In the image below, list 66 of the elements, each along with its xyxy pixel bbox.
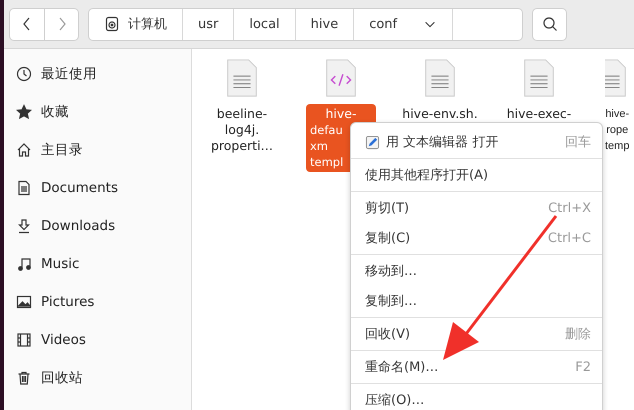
picture-icon <box>16 294 32 310</box>
sidebar-label: 回收站 <box>41 369 83 387</box>
shortcut-label: 删除 <box>565 326 591 343</box>
sidebar-label: Videos <box>41 332 86 348</box>
sidebar-label: Downloads <box>41 218 116 234</box>
shortcut-label: 回车 <box>565 134 591 151</box>
file-name[interactable]: beeline- log4j. properti… <box>206 104 278 156</box>
clock-icon <box>16 66 32 82</box>
path-label: usr <box>198 16 218 32</box>
shortcut-label: Ctrl+C <box>548 230 591 246</box>
menu-item[interactable]: 回收(V) 删除 <box>351 319 602 349</box>
sidebar-label: 最近使用 <box>41 65 97 83</box>
sidebar-label: 主目录 <box>41 141 83 159</box>
sidebar-item[interactable]: 最近使用 <box>4 55 191 93</box>
path-segment[interactable]: 计算机 <box>89 8 183 40</box>
menu-item[interactable]: 复制到… <box>351 286 602 316</box>
menu-label: 移动到… <box>365 263 417 280</box>
path-segment[interactable]: conf <box>354 8 454 40</box>
path-segment[interactable]: hive <box>296 8 354 40</box>
sidebar-item[interactable]: 收藏 <box>4 93 191 131</box>
sidebar-item[interactable]: Videos <box>4 321 191 359</box>
shortcut-label: F2 <box>575 360 591 374</box>
menu-item[interactable]: 重命名(M)… F2 <box>351 352 602 382</box>
star-icon <box>16 104 32 120</box>
home-icon <box>16 142 32 158</box>
menu-label: 剪切(T) <box>365 200 410 217</box>
sidebar-item[interactable]: Documents <box>4 169 191 207</box>
menu-label: 复制(C) <box>365 230 410 247</box>
file-name[interactable]: hive-env.sh. <box>398 104 482 124</box>
search-icon <box>542 16 558 32</box>
sidebar-label: Pictures <box>41 294 94 310</box>
menu-item[interactable]: 剪切(T) Ctrl+X <box>351 193 602 223</box>
path-segment[interactable]: usr <box>183 8 234 40</box>
menu-label: 复制到… <box>365 293 417 310</box>
shortcut-label: Ctrl+X <box>548 200 591 216</box>
document-icon <box>16 180 32 196</box>
menu-item[interactable]: 使用其他程序打开(A) <box>351 160 602 190</box>
path-label: 计算机 <box>128 16 167 33</box>
search-button[interactable] <box>532 8 567 40</box>
menu-item[interactable]: 压缩(O)… <box>351 385 602 410</box>
sidebar-item[interactable]: 回收站 <box>4 359 191 397</box>
sidebar-item[interactable]: 主目录 <box>4 131 191 169</box>
path-label: hive <box>310 16 338 32</box>
sidebar-label: Music <box>41 256 80 272</box>
file-name[interactable]: hive- rope temp <box>605 104 630 156</box>
sidebar-item[interactable]: Pictures <box>4 283 191 321</box>
music-icon <box>16 256 32 272</box>
text-editor-icon <box>365 134 380 150</box>
menu-label: 重命名(M)… <box>365 359 438 376</box>
sidebar-item[interactable]: Downloads <box>4 207 191 245</box>
menu-item[interactable]: 用 文本编辑器 打开 回车 <box>351 127 602 157</box>
menu-item[interactable]: 移动到… <box>351 256 602 286</box>
path-label: local <box>249 16 280 32</box>
sidebar-label: Documents <box>41 180 118 196</box>
download-icon <box>16 218 32 234</box>
sidebar-label: 收藏 <box>41 103 69 121</box>
film-icon <box>16 332 32 348</box>
path-segment[interactable]: local <box>234 8 296 40</box>
menu-label: 回收(V) <box>365 326 410 343</box>
menu-label: 用 文本编辑器 打开 <box>386 134 498 151</box>
path-label: conf <box>369 16 398 32</box>
sidebar-item[interactable]: Music <box>4 245 191 283</box>
menu-item[interactable]: 复制(C) Ctrl+C <box>351 223 602 253</box>
menu-label: 压缩(O)… <box>365 392 424 409</box>
file-name[interactable]: hive-exec- <box>502 104 576 124</box>
trash-icon <box>16 370 32 386</box>
